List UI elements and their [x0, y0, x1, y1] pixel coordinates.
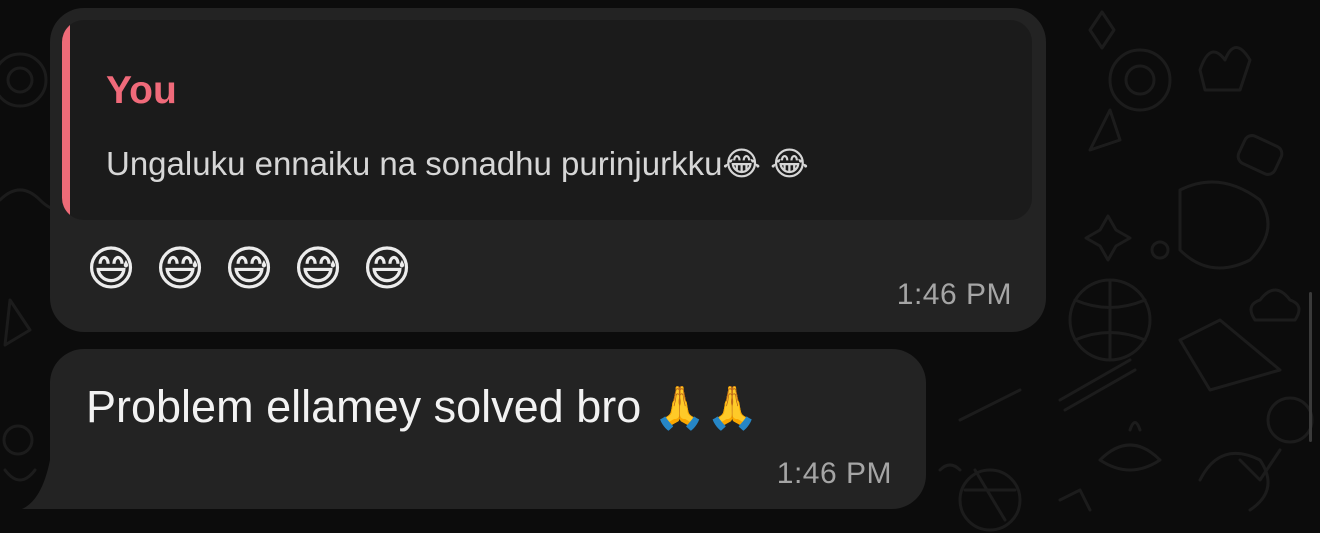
sweat-smile-emoji: 😅 [86, 243, 143, 296]
message-text: Problem ellamey solved bro 🙏🙏 [86, 381, 758, 434]
quote-accent-bar [62, 20, 70, 220]
message-bubble[interactable]: Problem ellamey solved bro 🙏🙏 1:46 PM [50, 349, 926, 509]
sweat-smile-emoji: 😅 [362, 243, 419, 296]
message-bubble-reply[interactable]: You Ungaluku ennaiku na sonadhu purinjur… [50, 8, 1046, 332]
message-timestamp: 1:46 PM [896, 278, 1012, 311]
quote-author: You [106, 69, 177, 112]
sweat-smile-emoji: 😅 [293, 243, 350, 296]
message-timestamp: 1:46 PM [776, 457, 892, 490]
message-body: Problem ellamey solved bro [86, 381, 642, 432]
sweat-smile-emoji: 😅 [155, 243, 212, 296]
message-emoji-row: 😅 😅 😅 😅 😅 [86, 242, 431, 298]
quoted-message[interactable]: You Ungaluku ennaiku na sonadhu purinjur… [62, 20, 1032, 220]
sweat-smile-emoji: 😅 [224, 243, 281, 296]
folded-hands-emoji: 🙏🙏 [653, 384, 759, 431]
quote-text: Ungaluku ennaiku na sonadhu purinjurkku😂… [106, 145, 809, 182]
scrollbar[interactable] [1309, 292, 1312, 442]
